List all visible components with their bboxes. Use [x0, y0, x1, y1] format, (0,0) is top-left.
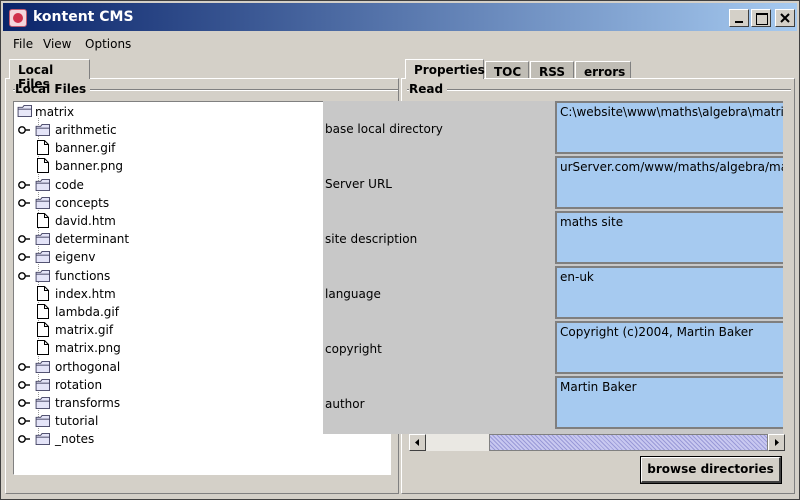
file-icon: [37, 322, 49, 338]
property-value-field[interactable]: en-uk: [555, 266, 783, 319]
scroll-left-button[interactable]: [409, 434, 426, 451]
property-label: site description: [325, 232, 418, 246]
property-label: copyright: [325, 342, 382, 356]
folder-icon: [35, 196, 50, 209]
arrow-left-icon: [415, 439, 419, 446]
right-group-line: [407, 89, 791, 91]
file-icon: [37, 213, 49, 228]
tab-errors[interactable]: errors: [575, 61, 631, 79]
tree-item-label: david.htm: [55, 214, 116, 228]
tree-item-label: rotation: [55, 377, 103, 392]
close-icon: [780, 13, 790, 23]
tree-item-label: determinant: [55, 232, 130, 247]
tree-item-label: arithmetic: [55, 123, 117, 137]
title-bar[interactable]: kontent CMS: [3, 3, 797, 31]
properties-table: base local directory C:\website\www\maths…: [323, 101, 783, 434]
tree-item-label: tutorial: [55, 414, 99, 429]
expand-toggle-icon[interactable]: [18, 398, 30, 408]
tab-local-files[interactable]: Local Files: [9, 59, 90, 91]
expand-toggle-icon[interactable]: [18, 252, 30, 262]
menu-options[interactable]: Options: [85, 37, 131, 51]
tree-item-label: functions: [55, 268, 111, 283]
menu-file[interactable]: File: [13, 37, 33, 51]
tree-item-label: matrix.png: [55, 341, 121, 356]
file-icon: [37, 304, 49, 319]
tree-item-label: concepts: [55, 195, 110, 210]
folder-icon: [35, 269, 50, 282]
scroll-right-button[interactable]: [768, 434, 785, 451]
folder-icon: [35, 233, 50, 246]
expand-toggle-icon[interactable]: [18, 234, 30, 244]
property-value-field[interactable]: urServer.com/www/maths/algebra/matrix: [555, 156, 783, 209]
menu-bar: File View Options: [3, 33, 797, 55]
folder-icon: [35, 124, 50, 136]
minimize-button[interactable]: [729, 9, 749, 27]
property-value-field[interactable]: maths site: [555, 211, 783, 264]
tree-item-label: eigenv: [55, 250, 96, 265]
folder-icon: [35, 178, 50, 191]
folder-icon: [35, 360, 50, 373]
folder-icon: [35, 378, 50, 391]
folder-icon: [35, 433, 50, 446]
window-title: kontent CMS: [33, 9, 134, 25]
expand-toggle-icon[interactable]: [18, 198, 30, 208]
menu-view[interactable]: View: [43, 37, 71, 51]
tree-item-label: orthogonal: [55, 359, 121, 374]
file-icon: [37, 158, 49, 174]
property-label: base local directory: [325, 122, 443, 136]
app-logo-icon: [9, 9, 27, 27]
expand-toggle-icon[interactable]: [18, 380, 30, 390]
scroll-thumb[interactable]: [489, 434, 768, 451]
expand-toggle-icon[interactable]: [18, 362, 30, 372]
expand-toggle-icon[interactable]: [18, 180, 30, 190]
property-value-field[interactable]: C:\website\www\maths\algebra\matrix: [555, 101, 783, 154]
tree-item-label: banner.png: [55, 159, 124, 174]
tree-item-label: transforms: [55, 396, 121, 410]
property-value-field[interactable]: Martin Baker: [555, 376, 783, 429]
property-value-field[interactable]: Copyright (c)2004, Martin Baker: [555, 321, 783, 374]
tree-item-label: lambda.gif: [55, 305, 119, 319]
tree-item-label: matrix.gif: [55, 323, 114, 338]
expand-toggle-icon[interactable]: [18, 434, 30, 444]
property-label: language: [325, 287, 381, 301]
folder-icon: [35, 415, 50, 428]
tree-root-label: matrix: [35, 105, 75, 119]
tree-item-label: index.htm: [55, 286, 116, 301]
horizontal-scrollbar[interactable]: [409, 434, 785, 451]
tree-item-label: banner.gif: [55, 141, 116, 156]
folder-open-icon: [17, 105, 32, 117]
expand-toggle-icon[interactable]: [18, 125, 30, 135]
folder-icon: [35, 251, 50, 264]
browse-directories-button[interactable]: browse directories: [640, 456, 782, 484]
tab-rss[interactable]: RSS: [530, 61, 574, 79]
file-icon: [37, 140, 49, 156]
tree-item-label: _notes: [55, 432, 95, 447]
app-window: kontent CMS File View Options Local File…: [0, 0, 800, 500]
property-label: Server URL: [325, 177, 392, 191]
close-button[interactable]: [775, 9, 795, 27]
file-icon: [37, 285, 49, 301]
arrow-right-icon: [775, 439, 779, 446]
expand-toggle-icon[interactable]: [18, 271, 30, 281]
property-label: author: [325, 397, 365, 411]
maximize-button[interactable]: [751, 9, 771, 27]
tab-toc[interactable]: TOC: [485, 61, 529, 79]
tab-properties[interactable]: Properties: [405, 59, 485, 79]
file-icon: [37, 340, 49, 356]
expand-toggle-icon[interactable]: [18, 416, 30, 426]
folder-icon: [35, 397, 50, 409]
tree-item-label: code: [55, 177, 84, 192]
right-group-label: Read: [409, 82, 448, 96]
